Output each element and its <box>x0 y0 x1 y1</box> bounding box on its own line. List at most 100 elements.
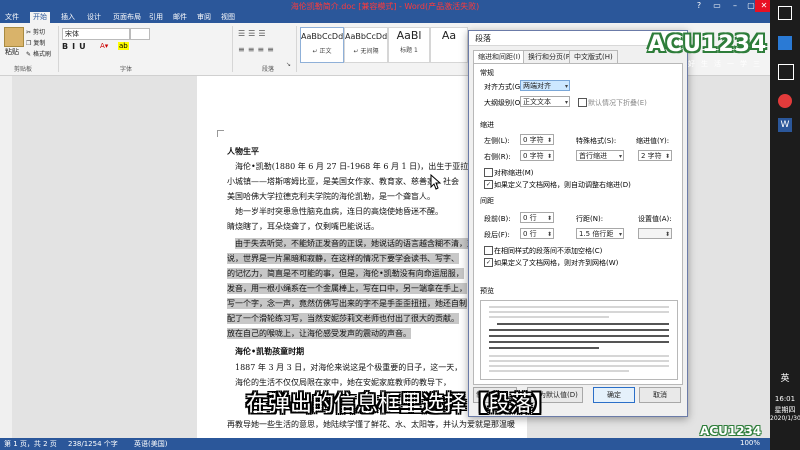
indent-by-label: 缩进值(Y): <box>636 137 670 145</box>
preview-line <box>489 329 669 331</box>
style-no-spacing[interactable]: AaBbCcDd ↵ 无间隔 <box>344 27 388 63</box>
record-icon[interactable] <box>778 94 792 108</box>
doc-heading: 人物生平 <box>227 146 259 156</box>
tab-insert[interactable]: 插入 <box>58 12 78 23</box>
alignment-select[interactable]: 两端对齐 ▾ <box>520 80 570 91</box>
auto-adjust-checkbox[interactable]: ✓ <box>484 180 493 189</box>
spinner-icon: ⬍ <box>546 137 552 144</box>
word-icon[interactable]: W <box>778 118 792 132</box>
dialog-title: 段落 <box>475 34 491 43</box>
preview-line <box>489 360 669 362</box>
taskbar: W 英 16:01 星期四 2020/1/30 <box>770 0 800 450</box>
special-indent-select[interactable]: 首行缩进 ▾ <box>576 150 624 161</box>
preview-line <box>489 347 599 349</box>
spinner-icon: ⬍ <box>546 153 552 160</box>
doc-line: 美国哈佛大学拉德克利夫学院的海伦凯勒，是一个聋盲人。 <box>227 192 435 201</box>
doc-line-selected: 由于失去听觉，不能矫正发音的正误，她说话的语言越含糊不清，对 <box>235 238 475 249</box>
doc-heading: 海伦•凯勒孩童时期 <box>235 346 305 356</box>
copy-button[interactable]: ❐ 复制 <box>26 38 45 47</box>
font-size-select[interactable] <box>130 28 150 40</box>
paste-icon[interactable] <box>4 27 24 47</box>
preview-line <box>489 311 669 313</box>
format-painter-label: 格式刷 <box>32 51 51 58</box>
tab-review[interactable]: 审阅 <box>194 12 214 23</box>
space-before-input[interactable]: 0 行 ⬍ <box>520 212 554 223</box>
doc-line-selected: 配了一个滑轮练习写，当然安妮莎莉文老师也付出了很大的贡献。 <box>227 313 459 324</box>
format-painter-button[interactable]: ✎ 格式刷 <box>26 49 51 58</box>
language-indicator[interactable]: 英语(美国) <box>134 439 167 449</box>
zoom-level[interactable]: 100% <box>740 439 760 447</box>
preview-line <box>489 335 669 337</box>
spinner-icon: ⬍ <box>546 215 552 222</box>
tab-mailings[interactable]: 邮件 <box>170 12 190 23</box>
doc-line: 再教导她一些生活的意思，她陆续学懂了鲜花、水、太阳等，并认为爱就是那温暖 <box>227 420 515 429</box>
paragraph-preview <box>480 300 678 380</box>
help-button[interactable]: ? <box>690 0 708 12</box>
cut-label: 剪切 <box>32 29 45 36</box>
ribbon-divider <box>58 26 59 72</box>
tab-home[interactable]: 开始 <box>30 12 50 23</box>
space-after-value: 0 行 <box>523 230 537 238</box>
snap-grid-label: 如果定义了文档网格，则对齐到网格(W) <box>494 259 619 267</box>
tab-layout[interactable]: 页面布局 <box>110 12 144 23</box>
doc-line: 小城镇——塔斯喀姆比亚，是美国女作家、教育家、慈善家、社会 <box>227 177 459 186</box>
alignment-value: 两端对齐 <box>523 82 551 90</box>
spinner-icon: ⬍ <box>546 231 552 238</box>
style-heading-1[interactable]: AaBl 标题 1 <box>388 27 430 63</box>
tab-file[interactable]: 文件 <box>2 12 22 23</box>
tab-indents-spacing[interactable]: 缩进和间距(I) <box>473 50 526 64</box>
tab-view[interactable]: 视图 <box>218 12 238 23</box>
ribbon-tabs: 文件 开始 插入 设计 页面布局 引用 邮件 审阅 视图 <box>0 12 770 23</box>
space-after-input[interactable]: 0 行 ⬍ <box>520 228 554 239</box>
snap-grid-checkbox[interactable]: ✓ <box>484 258 493 267</box>
tab-design[interactable]: 设计 <box>84 12 104 23</box>
align-buttons[interactable]: ≡≡≡≡ <box>238 45 277 54</box>
preview-line <box>489 341 669 343</box>
list-buttons[interactable]: ☰☰☰ <box>238 29 269 38</box>
at-input[interactable]: ⬍ <box>638 228 672 239</box>
section-general: 常规 <box>480 69 494 77</box>
left-indent-input[interactable]: 0 字符 ⬍ <box>520 134 554 145</box>
paste-button[interactable]: 粘贴 <box>5 47 19 57</box>
font-group-label: 字体 <box>120 66 133 73</box>
ribbon-display-button[interactable]: ▭ <box>708 0 726 12</box>
right-indent-label: 右侧(R): <box>484 153 511 161</box>
font-format-buttons[interactable]: BIU <box>62 42 90 51</box>
font-color-icon[interactable]: A▾ <box>100 42 108 50</box>
style-sample: AaBbCcDd <box>345 32 388 41</box>
special-indent-label: 特殊格式(S): <box>576 137 617 145</box>
chevron-down-icon: ▾ <box>564 99 568 106</box>
title-bar: 海伦凯勒简介.doc [兼容模式] - Word(产品激活失败) ? ▭ – ▢… <box>0 0 773 12</box>
style-heading-2[interactable]: Aa <box>430 27 468 63</box>
word-count[interactable]: 238/1254 个字 <box>68 439 118 449</box>
copy-icon: ❐ <box>26 40 32 47</box>
page-count[interactable]: 第 1 页，共 2 页 <box>4 439 57 449</box>
style-normal[interactable]: AaBbCcDd ↵ 正文 <box>300 27 344 63</box>
cut-button[interactable]: ✂ 剪切 <box>26 27 45 36</box>
right-indent-value: 0 字符 <box>523 152 544 160</box>
preview-line <box>489 355 669 357</box>
paragraph-launcher-icon[interactable]: ↘ <box>286 61 291 68</box>
right-indent-input[interactable]: 0 字符 ⬍ <box>520 150 554 161</box>
outline-level-select[interactable]: 正文文本 ▾ <box>520 96 570 107</box>
left-indent-label: 左侧(L): <box>484 137 510 145</box>
collapse-checkbox[interactable] <box>578 98 587 107</box>
highlight-icon[interactable]: ab <box>118 42 129 50</box>
mirror-indents-checkbox[interactable] <box>484 168 493 177</box>
font-name-select[interactable]: 宋体 <box>62 28 130 40</box>
line-spacing-select[interactable]: 1.5 倍行距 ▾ <box>576 228 624 239</box>
screen-icon[interactable] <box>778 6 792 20</box>
at-label: 设置值(A): <box>638 215 672 223</box>
window-icon[interactable] <box>778 64 794 80</box>
space-after-label: 段后(F): <box>484 231 510 239</box>
tab-asian-typography[interactable]: 中文版式(H) <box>569 50 618 64</box>
ime-indicator[interactable]: 英 <box>770 371 800 384</box>
app-icon[interactable] <box>778 36 792 50</box>
style-sample: AaBl <box>396 29 422 42</box>
indent-by-input[interactable]: 2 字符 ⬍ <box>638 150 672 161</box>
no-space-label: 在相同样式的段落间不添加空格(C) <box>494 247 603 255</box>
style-name: 标题 1 <box>400 47 418 54</box>
tab-references[interactable]: 引用 <box>146 12 166 23</box>
ribbon-divider <box>296 26 297 72</box>
no-space-checkbox[interactable] <box>484 246 493 255</box>
